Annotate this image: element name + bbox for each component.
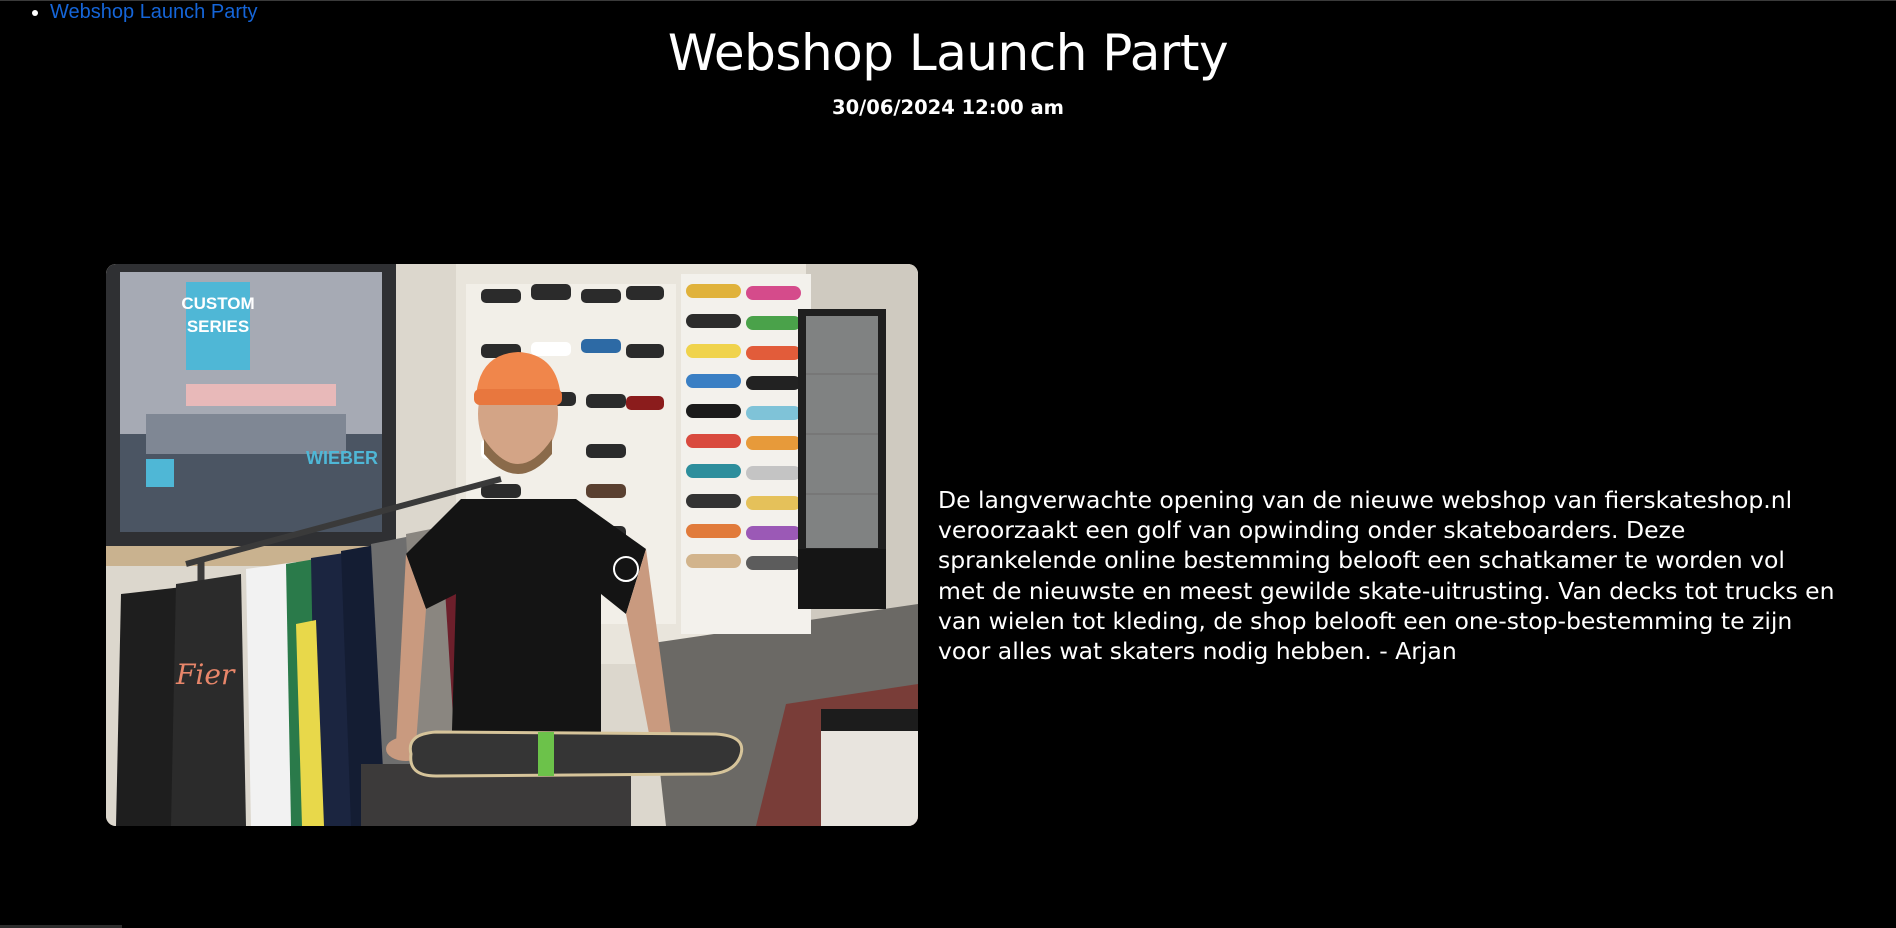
breadcrumb-item: Webshop Launch Party	[50, 0, 258, 22]
display-cabinet	[798, 309, 886, 609]
shirt-print-text: Fier	[175, 658, 236, 691]
event-photo: CUSTOM SERIES WIEBER Fier	[106, 264, 918, 826]
poster-text-line-1: CUSTOM	[181, 294, 254, 313]
page-title: Webshop Launch Party	[667, 24, 1229, 82]
breadcrumb-link-webshop-launch-party[interactable]: Webshop Launch Party	[50, 1, 258, 22]
poster-text-line-2: SERIES	[187, 317, 249, 336]
deck-wall	[681, 274, 811, 634]
event-photo-illustration: CUSTOM SERIES WIEBER Fier	[106, 264, 918, 826]
poster-brand-text: WIEBER	[306, 448, 378, 468]
event-description: De langverwachte opening van de nieuwe w…	[938, 486, 1835, 666]
top-border	[0, 0, 1896, 1]
breadcrumb: Webshop Launch Party	[0, 0, 258, 22]
event-datetime: 30/06/2024 12:00 am	[832, 96, 1064, 119]
